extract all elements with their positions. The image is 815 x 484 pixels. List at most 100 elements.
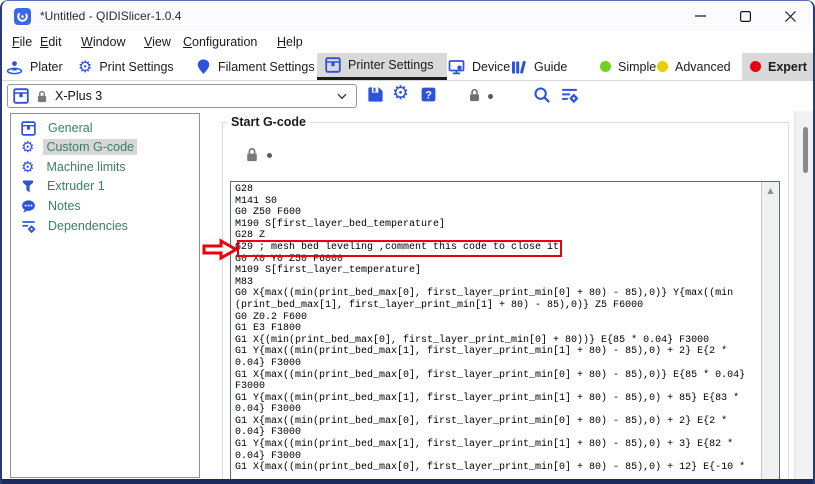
- gcode-line: G1 X{(min(print_bed_max[0], first_layer_…: [235, 335, 761, 347]
- printer-icon: [325, 57, 341, 73]
- maximize-button[interactable]: [723, 1, 768, 31]
- preset-settings-button[interactable]: ⚙: [392, 84, 409, 103]
- tab-device[interactable]: Device: [448, 53, 510, 80]
- lock-toggle-button[interactable]: [468, 88, 481, 102]
- gcode-line: G1 E3 F1800: [235, 323, 761, 335]
- lock-icon: [468, 88, 481, 102]
- gcode-line: M83: [235, 277, 761, 289]
- plater-icon: [6, 59, 23, 75]
- gcode-line: 0.04} F3000: [235, 427, 761, 439]
- sidebar-item-label: Dependencies: [45, 218, 131, 234]
- mode-advanced[interactable]: Advanced: [657, 53, 731, 80]
- gcode-line: 0.04} F3000: [235, 358, 761, 370]
- tabbar: Plater ⚙ Print Settings Filament Setting…: [2, 53, 813, 81]
- menubar: File Edit Window View Configuration Help: [2, 31, 813, 53]
- tab-filament-settings[interactable]: Filament Settings: [196, 53, 315, 80]
- minimize-button[interactable]: [678, 1, 723, 31]
- sidebar-item-label: Custom G-code: [43, 139, 137, 155]
- save-preset-button[interactable]: [366, 85, 385, 104]
- sidebar-item-dependencies[interactable]: Dependencies: [21, 217, 131, 235]
- scroll-up-icon: ▲: [767, 186, 773, 479]
- textarea-scrollbar[interactable]: ▲: [761, 182, 779, 479]
- gcode-line: G1 Y{max((min(print_bed_max[1], first_la…: [235, 393, 761, 405]
- filament-icon: [196, 59, 211, 75]
- help-book-button[interactable]: ?: [420, 86, 437, 103]
- printer-icon: [13, 88, 29, 104]
- tab-label: Print Settings: [99, 60, 173, 74]
- minimize-icon: [695, 15, 706, 17]
- search-button[interactable]: [533, 86, 551, 104]
- mode-simple[interactable]: Simple: [600, 53, 656, 80]
- menu-file[interactable]: File: [12, 31, 32, 53]
- sidebar-item-general[interactable]: General: [21, 119, 95, 137]
- group-title: Start G-code: [227, 115, 310, 129]
- app-window: *Untitled - QIDISlicer-1.0.4 File Edit W…: [0, 0, 815, 484]
- gcode-line: G0 Z0.2 F600: [235, 312, 761, 324]
- menu-edit[interactable]: Edit: [40, 31, 62, 53]
- gcode-line: G0 X0 Y0 Z50 F6000: [235, 254, 761, 266]
- chevron-down-icon: [337, 93, 347, 100]
- mode-label: Advanced: [675, 60, 731, 74]
- window-title: *Untitled - QIDISlicer-1.0.4: [40, 9, 181, 23]
- gcode-line: 0.04} F3000: [235, 404, 761, 416]
- lock-icon[interactable]: [245, 147, 259, 162]
- page-scrollbar[interactable]: [794, 111, 815, 479]
- gcode-line: F3000: [235, 381, 761, 393]
- gcode-line: G28 Z: [235, 230, 761, 242]
- menu-view[interactable]: View: [144, 31, 171, 53]
- lock-icon: [36, 90, 48, 103]
- menu-window[interactable]: Window: [81, 31, 125, 53]
- indicator-dot-icon: [488, 94, 493, 99]
- close-button[interactable]: [768, 1, 813, 31]
- tab-label: Printer Settings: [348, 58, 433, 72]
- mode-expert[interactable]: Expert: [742, 53, 815, 80]
- preset-filter-button[interactable]: [560, 86, 579, 104]
- sidebar-item-custom-gcode[interactable]: ⚙ Custom G-code: [21, 138, 137, 156]
- window-controls: [678, 1, 813, 31]
- extruder-icon: [21, 179, 35, 194]
- expert-mode-dot-icon: [750, 61, 761, 72]
- guide-icon: [510, 59, 527, 75]
- filter-settings-icon: [560, 86, 579, 104]
- menu-configuration[interactable]: Configuration: [183, 31, 257, 53]
- mode-label: Simple: [618, 60, 656, 74]
- question-book-icon: ?: [420, 86, 437, 103]
- simple-mode-dot-icon: [600, 61, 611, 72]
- menu-help[interactable]: Help: [277, 31, 303, 53]
- search-icon: [533, 86, 551, 104]
- preset-toolbar: X-Plus 3 ⚙ ?: [2, 81, 813, 111]
- tab-label: Filament Settings: [218, 60, 315, 74]
- page-scrollbar-thumb[interactable]: [803, 127, 808, 173]
- gcode-line: G1 Y{max((min(print_bed_max[1], first_la…: [235, 439, 761, 451]
- gear-icon: ⚙: [392, 84, 409, 103]
- maximize-icon: [740, 11, 751, 22]
- sidebar-item-label: Notes: [45, 198, 84, 214]
- device-icon: [448, 59, 465, 75]
- sidebar-item-extruder-1[interactable]: Extruder 1: [21, 177, 108, 195]
- gcode-line: G0 Z50 F600: [235, 207, 761, 219]
- sidebar-item-notes[interactable]: Notes: [21, 197, 84, 215]
- gcode-line: M190 S[first_layer_bed_temperature]: [235, 219, 761, 231]
- close-icon: [785, 11, 796, 22]
- titlebar: *Untitled - QIDISlicer-1.0.4: [2, 1, 813, 31]
- gcode-line: G29 ; mesh bed leveling ,comment this co…: [235, 242, 761, 254]
- settings-sidebar: General ⚙ Custom G-code ⚙ Machine limits…: [10, 113, 200, 478]
- gear-icon: ⚙: [21, 140, 34, 155]
- printer-preset-combobox[interactable]: X-Plus 3: [7, 84, 357, 108]
- gcode-line: 0.04} F3000: [235, 451, 761, 463]
- sidebar-item-label: Machine limits: [43, 159, 128, 175]
- preset-name: X-Plus 3: [55, 89, 330, 103]
- tab-printer-settings[interactable]: Printer Settings: [317, 53, 447, 80]
- sidebar-item-label: General: [45, 120, 95, 136]
- tab-print-settings[interactable]: ⚙ Print Settings: [78, 53, 174, 80]
- save-icon: [366, 85, 385, 104]
- tab-label: Device: [472, 60, 510, 74]
- notes-icon: [21, 199, 36, 214]
- printer-icon: [21, 121, 36, 136]
- start-gcode-textarea[interactable]: G28M141 S0G0 Z50 F600M190 S[first_layer_…: [230, 181, 780, 479]
- tab-guide[interactable]: Guide: [510, 53, 567, 80]
- gcode-line: G1 X{max((min(print_bed_max[0], first_la…: [235, 462, 761, 474]
- gcode-text: G28M141 S0G0 Z50 F600M190 S[first_layer_…: [231, 182, 761, 479]
- tab-plater[interactable]: Plater: [6, 53, 63, 80]
- sidebar-item-machine-limits[interactable]: ⚙ Machine limits: [21, 158, 129, 176]
